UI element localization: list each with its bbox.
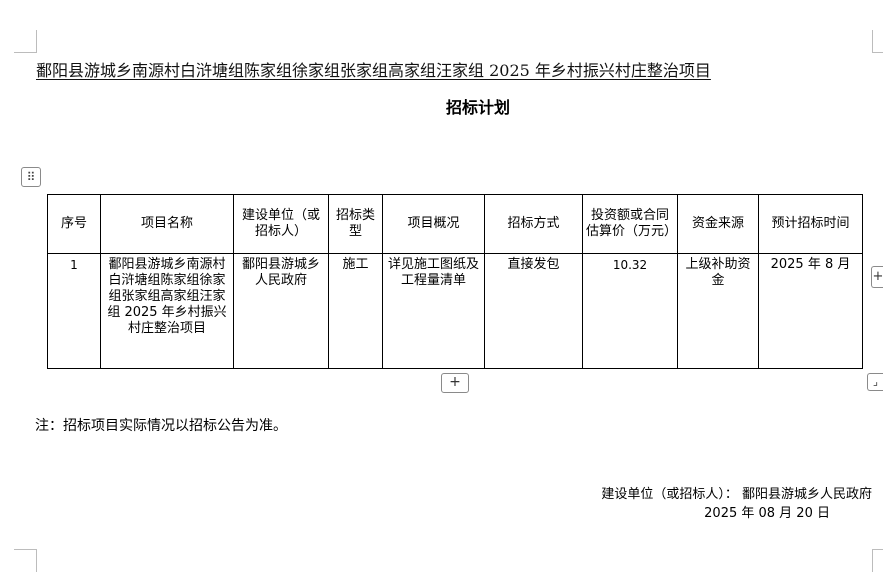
document-title: 鄱阳县游城乡南源村白浒塘组陈家组徐家组张家组高家组汪家组 2025 年乡村振兴村… — [36, 61, 711, 80]
cell-time: 2025 年 8 月 — [758, 253, 863, 369]
header-project-name: 项目名称 — [100, 194, 234, 254]
note-text: 注：招标项目实际情况以招标公告为准。 — [35, 418, 287, 434]
table-move-handle-icon[interactable]: ⠿ — [21, 167, 41, 187]
table-row: 1 鄱阳县游城乡南源村白浒塘组陈家组徐家组张家组高家组汪家组 2025 年乡村振… — [47, 253, 863, 369]
signature-date: 2025 年 08 月 20 日 — [704, 506, 830, 521]
cell-overview: 详见施工图纸及工程量清单 — [382, 253, 485, 369]
cell-unit: 鄱阳县游城乡人民政府 — [233, 253, 329, 369]
add-column-button[interactable]: + — [871, 266, 883, 288]
cell-index: 1 — [47, 253, 101, 369]
header-method: 招标方式 — [484, 194, 583, 254]
cell-method: 直接发包 — [484, 253, 583, 369]
crop-mark-bottom-left — [14, 549, 37, 572]
table-header-row: 序号 项目名称 建设单位（或招标人） 招标类型 项目概况 招标方式 投资额或合同… — [47, 194, 863, 254]
header-index: 序号 — [47, 194, 101, 254]
header-type: 招标类型 — [328, 194, 383, 254]
add-row-button[interactable]: + — [441, 373, 469, 393]
document-subtitle: 招标计划 — [445, 98, 510, 117]
header-unit: 建设单位（或招标人） — [233, 194, 329, 254]
cell-amount: 10.32 — [582, 253, 678, 369]
header-fund-source: 资金来源 — [677, 194, 759, 254]
table-resize-handle-icon[interactable]: ⌟ — [867, 373, 883, 391]
signature-unit: 建设单位（或招标人）： 鄱阳县游城乡人民政府 — [601, 487, 872, 502]
crop-mark-top-right — [872, 30, 883, 53]
cell-project-name: 鄱阳县游城乡南源村白浒塘组陈家组徐家组张家组高家组汪家组 2025 年乡村振兴村… — [100, 253, 234, 369]
header-time: 预计招标时间 — [758, 194, 863, 254]
cell-fund-source: 上级补助资金 — [677, 253, 759, 369]
crop-mark-top-left — [14, 30, 37, 53]
header-amount: 投资额或合同估算价（万元） — [582, 194, 678, 254]
crop-mark-bottom-right — [872, 549, 883, 572]
bidding-plan-table: 序号 项目名称 建设单位（或招标人） 招标类型 项目概况 招标方式 投资额或合同… — [47, 194, 863, 369]
cell-type: 施工 — [328, 253, 383, 369]
header-overview: 项目概况 — [382, 194, 485, 254]
